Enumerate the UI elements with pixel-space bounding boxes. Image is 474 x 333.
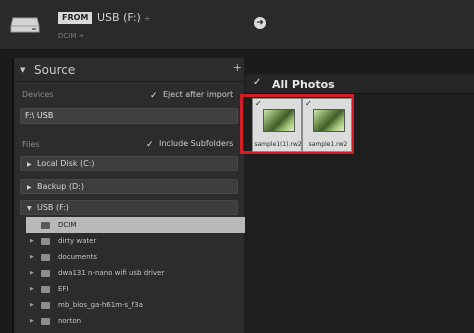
source-panel-title: Source [34,63,76,77]
folder-label: documents [58,253,97,261]
device-field[interactable]: F:\ USB [20,108,238,124]
folder-norton[interactable]: ▶ norton [14,313,246,329]
source-panel: ▼ Source + Devices ✓ Eject after import F… [12,58,256,333]
volume-usb-f[interactable]: ▼ USB (F:) [20,200,238,215]
expand-triangle-icon: ▶ [27,184,32,191]
folder-icon [41,254,50,261]
volume-label: Backup (D:) [37,182,84,191]
checkmark-icon: ✓ [146,140,154,150]
volume-local-disk-c[interactable]: ▶ Local Disk (C:) [20,156,238,171]
include-subfolders-checkbox[interactable]: ✓ Include Subfolders [146,139,233,150]
photo-checkbox[interactable]: ✓ [305,99,312,108]
source-selector[interactable]: USB (F:) ÷ [97,11,151,24]
folder-dcim[interactable]: DCIM [26,217,256,233]
photo-filename: sample1.rw2 [308,141,348,148]
photo-image [313,109,345,132]
collapse-triangle-icon[interactable]: ▼ [20,66,25,74]
source-caret-icon: ÷ [143,14,151,23]
import-source-bar: FROM USB (F:) ÷ DCIM ÷ ➜ [0,0,474,50]
folder-documents[interactable]: ▶ documents [14,249,246,265]
folder-label: dirty water [58,237,97,245]
folder-label: DCIM [58,221,77,229]
source-path-selector[interactable]: DCIM ÷ [58,32,84,40]
folder-icon [41,222,50,229]
folder-label: dwa131 n-nano wifi usb driver [58,269,165,277]
expand-triangle-icon: ▶ [27,161,32,168]
expand-triangle-icon[interactable]: ▶ [30,297,34,313]
from-badge: FROM [58,12,93,24]
expand-triangle-icon[interactable]: ▶ [30,265,34,281]
folder-label: norton [58,317,82,325]
folder-icon [41,286,50,293]
source-panel-header[interactable]: ▼ Source + [14,58,246,82]
folder-label: mb_bios_ga-h61m-s_f3a [58,301,143,309]
arrow-right-icon[interactable]: ➜ [254,17,266,29]
collapse-triangle-icon: ▼ [27,205,32,212]
photo-thumbnail[interactable]: ✓ sample1(1).rw2 [252,98,302,152]
photo-thumbnail[interactable]: ✓ sample1.rw2 [302,98,352,152]
include-subfolders-label: Include Subfolders [159,139,234,148]
volume-backup-d[interactable]: ▶ Backup (D:) [20,179,238,194]
source-name: USB (F:) [97,11,141,24]
photo-filename: sample1(1).rw2 [254,141,302,148]
eject-after-import-checkbox[interactable]: ✓ Eject after import [150,90,233,101]
files-label: Files [22,140,40,149]
select-all-checkbox[interactable]: ✓ [253,77,261,88]
folder-mb-bios[interactable]: ▶ mb_bios_ga-h61m-s_f3a [14,297,246,313]
devices-label: Devices [22,90,54,99]
expand-triangle-icon[interactable]: ▶ [30,233,34,249]
folder-label: EFI [58,285,69,293]
photo-checkbox[interactable]: ✓ [255,99,262,108]
photo-grid-title: All Photos [272,78,335,91]
eject-after-import-label: Eject after import [163,90,234,99]
folder-icon [41,318,50,325]
expand-triangle-icon[interactable]: ▶ [30,249,34,265]
checkmark-icon: ✓ [150,91,158,101]
photo-grid-header: ✓ All Photos [245,74,474,94]
folder-dirty-water[interactable]: ▶ dirty water [14,233,246,249]
add-source-button[interactable]: + [233,61,242,74]
folder-dwa131-driver[interactable]: ▶ dwa131 n-nano wifi usb driver [14,265,246,281]
photo-image [263,109,295,132]
folder-efi[interactable]: ▶ EFI [14,281,246,297]
volume-label: USB (F:) [37,203,69,212]
volume-label: Local Disk (C:) [37,159,95,168]
folder-icon [41,302,50,309]
hard-drive-icon [10,17,40,33]
expand-triangle-icon[interactable]: ▶ [30,281,34,297]
folder-icon [41,238,50,245]
expand-triangle-icon[interactable]: ▶ [30,313,34,329]
folder-icon [41,270,50,277]
